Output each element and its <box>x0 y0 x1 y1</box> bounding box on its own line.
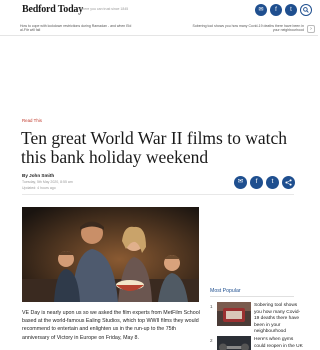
search-icon[interactable] <box>300 4 312 16</box>
item-number: 2 <box>210 338 213 343</box>
article-body: VE Day is nearly upon us so we asked the… <box>22 310 200 341</box>
item-thumbnail <box>217 336 251 350</box>
article-hero-image[interactable] <box>22 207 199 302</box>
ticker-story-right[interactable]: Sobering tool shows you how many Covid-1… <box>189 24 305 32</box>
divider <box>22 194 294 195</box>
item-title[interactable]: Here's when gyms could reopen in the UK <box>254 337 304 350</box>
article-byline[interactable]: By John Smith <box>22 173 54 178</box>
facebook-share-icon[interactable]: f <box>250 176 263 189</box>
article-section-label[interactable]: Read This <box>22 118 42 123</box>
most-popular-title: Most Popular <box>210 288 241 294</box>
divider <box>210 296 294 297</box>
article-updated: Updated: 4 hours ago <box>22 186 56 190</box>
email-icon[interactable]: ✉ <box>255 4 267 16</box>
share-icons: ✉ f t <box>234 176 295 189</box>
article-date: Tuesday, 5th May 2020, 8:55 am <box>22 180 73 184</box>
facebook-icon[interactable]: f <box>270 4 282 16</box>
email-share-icon[interactable]: ✉ <box>234 176 247 189</box>
most-popular-item[interactable]: 1 Sobering tool shows you how many Covid… <box>210 302 300 334</box>
twitter-icon[interactable]: t <box>285 4 297 16</box>
header-icons: ✉ f t <box>255 4 312 16</box>
site-logo[interactable]: Bedford Today <box>22 4 83 15</box>
item-number: 1 <box>210 304 213 309</box>
item-title[interactable]: Sobering tool shows you how many Covid-1… <box>254 303 304 336</box>
article-headline: Ten great World War II films to watch th… <box>21 128 287 167</box>
chevron-right-icon[interactable]: › <box>307 25 315 33</box>
news-ticker: How to cope with lockdown restrictions d… <box>0 22 318 36</box>
share-icon[interactable] <box>282 176 295 189</box>
ticker-story-left[interactable]: How to cope with lockdown restrictions d… <box>20 24 135 32</box>
site-tagline: Where you can trust since 1845 <box>79 7 129 11</box>
twitter-share-icon[interactable]: t <box>266 176 279 189</box>
site-header: Bedford Today Where you can trust since … <box>0 0 318 22</box>
most-popular-item[interactable]: 2 Here's when gyms could reopen in the U… <box>210 336 303 350</box>
item-thumbnail <box>217 302 251 326</box>
